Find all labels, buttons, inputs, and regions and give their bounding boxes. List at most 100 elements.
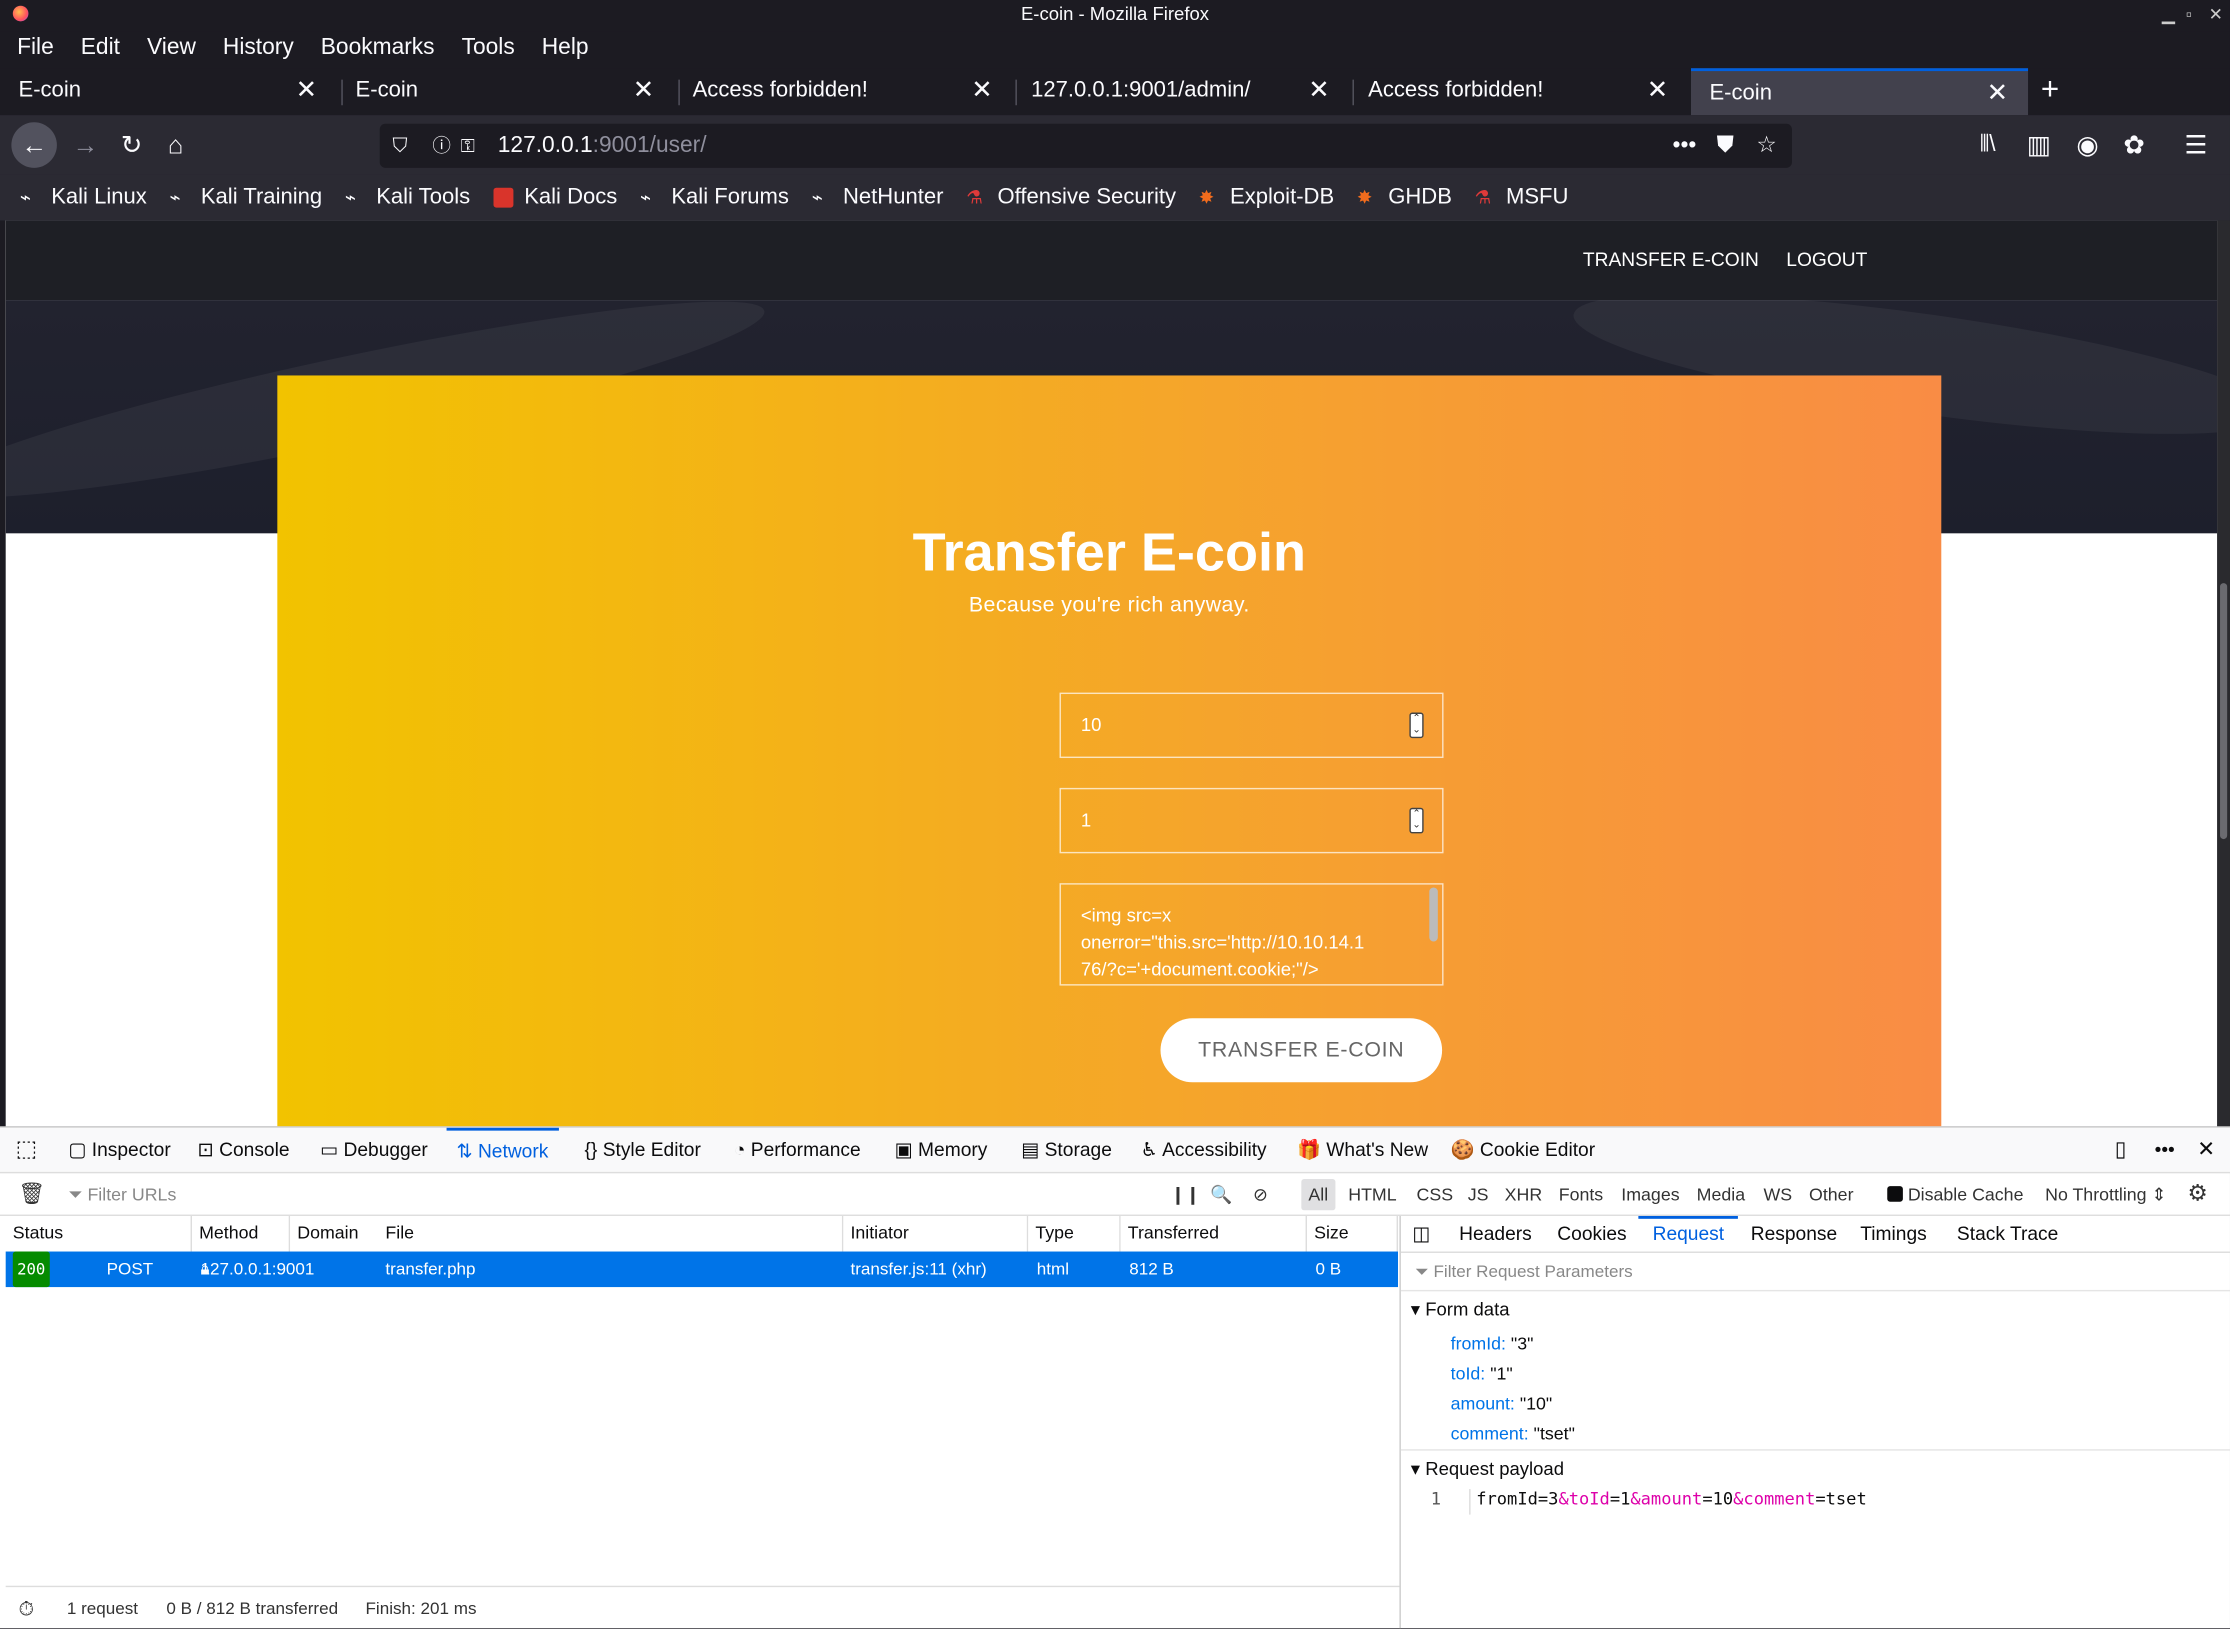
close-tab-icon[interactable]: ✕ xyxy=(1987,71,2008,115)
search-icon[interactable]: 🔍 xyxy=(1210,1173,1232,1216)
tool-cookie-editor[interactable]: 🍪 Cookie Editor xyxy=(1451,1128,1596,1174)
tool-console[interactable]: ⊡ Console xyxy=(198,1128,290,1174)
tool-style-editor[interactable]: {} Style Editor xyxy=(585,1128,701,1174)
filter-ws[interactable]: WS xyxy=(1764,1173,1793,1216)
devtools-menu-icon[interactable]: ••• xyxy=(2155,1128,2175,1174)
library-icon[interactable]: ⫴\ xyxy=(1980,115,1996,175)
filter-xhr[interactable]: XHR xyxy=(1505,1173,1543,1216)
menu-history[interactable]: History xyxy=(223,31,294,68)
menu-file[interactable]: File xyxy=(17,31,54,68)
tool-performance[interactable]: ◔ Performance xyxy=(734,1128,861,1174)
form-data-header[interactable]: ▾ Form data xyxy=(1411,1298,1510,1321)
key-icon[interactable]: ⚿ xyxy=(461,124,475,168)
close-tab-icon[interactable]: ✕ xyxy=(1647,68,1668,112)
forward-icon[interactable]: → xyxy=(73,115,99,175)
clear-trash-icon[interactable]: 🗑 xyxy=(18,1173,45,1216)
reload-icon[interactable]: ↻ xyxy=(121,115,142,175)
toggle-sidebar-icon[interactable]: ◫ xyxy=(1412,1216,1430,1252)
tool-whats-new[interactable]: 🎁 What's New xyxy=(1297,1128,1428,1174)
pause-icon[interactable]: ❙❙ xyxy=(1170,1173,1200,1216)
tracking-shield-icon[interactable]: ⛉ xyxy=(393,124,408,168)
tab-ecoin-1[interactable]: E-coin ✕ xyxy=(0,68,337,115)
transfer-button[interactable]: TRANSFER E-COIN xyxy=(1160,1018,1443,1083)
col-transferred[interactable]: Transferred xyxy=(1120,1215,1307,1252)
filter-all[interactable]: All xyxy=(1301,1178,1336,1211)
number-spinner-icon[interactable]: ⌃ ⌄ xyxy=(1409,712,1424,739)
tool-inspector[interactable]: ▢ Inspector xyxy=(68,1128,170,1174)
filter-html[interactable]: HTML xyxy=(1348,1173,1396,1216)
block-icon[interactable]: ⊘ xyxy=(1253,1173,1268,1216)
responsive-design-icon[interactable]: ▯ xyxy=(2115,1128,2127,1174)
col-size[interactable]: Size xyxy=(1306,1215,1399,1252)
close-tab-icon[interactable]: ✕ xyxy=(1308,68,1329,112)
tab-access-forbidden-1[interactable]: Access forbidden! ✕ xyxy=(674,68,1012,115)
throttling-select[interactable]: No Throttling ⇕ xyxy=(2045,1173,2166,1216)
filter-fonts[interactable]: Fonts xyxy=(1559,1173,1603,1216)
filter-images[interactable]: Images xyxy=(1621,1173,1679,1216)
disable-cache-checkbox[interactable]: Disable Cache xyxy=(1887,1173,2023,1216)
nav-logout-link[interactable]: LOGOUT xyxy=(1786,249,1867,270)
close-tab-icon[interactable]: ✕ xyxy=(296,68,317,112)
to-id-input[interactable]: 1 ⌃ ⌄ xyxy=(1059,787,1444,854)
site-info-icon[interactable]: ⓘ xyxy=(432,124,451,168)
request-payload-header[interactable]: ▾ Request payload xyxy=(1411,1458,1564,1481)
network-settings-gear-icon[interactable]: ⚙ xyxy=(2187,1173,2207,1216)
bookmark-kali-linux[interactable]: ⌁ Kali Linux xyxy=(20,175,147,221)
col-file[interactable]: File xyxy=(378,1215,844,1252)
new-tab-icon[interactable]: + xyxy=(2041,68,2059,111)
tool-memory[interactable]: ▣ Memory xyxy=(895,1128,988,1174)
bookmark-kali-forums[interactable]: ⌁ Kali Forums xyxy=(640,175,789,221)
nav-transfer-link[interactable]: TRANSFER E-COIN xyxy=(1583,249,1759,270)
account-icon[interactable]: ◉ xyxy=(2076,115,2098,175)
scroll-thumb[interactable] xyxy=(2220,583,2228,840)
textarea-scrollbar[interactable] xyxy=(1429,887,1438,942)
tab-ecoin-active[interactable]: E-coin ✕ xyxy=(1690,68,2029,116)
bookmark-kali-tools[interactable]: ⌁ Kali Tools xyxy=(345,175,470,221)
tool-accessibility[interactable]: ♿ Accessibility xyxy=(1141,1128,1267,1174)
extension-icon[interactable]: ✿ xyxy=(2123,115,2144,175)
close-window-icon[interactable]: ✕ xyxy=(2209,0,2223,28)
tab-ecoin-2[interactable]: E-coin ✕ xyxy=(337,68,674,115)
tool-storage[interactable]: ▤ Storage xyxy=(1021,1128,1112,1174)
filter-js[interactable]: JS xyxy=(1468,1173,1489,1216)
tool-network[interactable]: ⇅ Network xyxy=(446,1127,559,1174)
sidebar-icon[interactable]: ▥ xyxy=(2027,115,2051,175)
tab-response[interactable]: Response xyxy=(1751,1216,1837,1252)
tool-debugger[interactable]: ▭ Debugger xyxy=(320,1128,428,1174)
home-icon[interactable]: ⌂ xyxy=(168,115,183,175)
back-icon[interactable]: ← xyxy=(11,122,57,168)
tab-admin[interactable]: 127.0.0.1:9001/admin/ ✕ xyxy=(1013,68,1350,115)
tab-cookies[interactable]: Cookies xyxy=(1557,1216,1626,1252)
close-tab-icon[interactable]: ✕ xyxy=(633,68,654,112)
col-status[interactable]: Status xyxy=(5,1215,192,1252)
menu-help[interactable]: Help xyxy=(542,31,589,68)
menu-edit[interactable]: Edit xyxy=(81,31,120,68)
tab-stack-trace[interactable]: Stack Trace xyxy=(1957,1216,2058,1252)
bookmark-exploit-db[interactable]: ✸ Exploit-DB xyxy=(1199,175,1334,221)
col-method[interactable]: Method xyxy=(191,1215,291,1252)
bookmark-msfu[interactable]: ⚗ MSFU xyxy=(1475,175,1569,221)
tab-headers[interactable]: Headers xyxy=(1459,1216,1532,1252)
hamburger-menu-icon[interactable]: ☰ xyxy=(2184,115,2207,175)
col-type[interactable]: Type xyxy=(1028,1215,1121,1252)
close-devtools-icon[interactable]: ✕ xyxy=(2197,1128,2215,1174)
tab-access-forbidden-2[interactable]: Access forbidden! ✕ xyxy=(1350,68,1688,115)
table-row[interactable]: 200 POST 🔒︎ 127.0.0.1:9001 transfer.php t… xyxy=(5,1251,1399,1288)
menu-tools[interactable]: Tools xyxy=(462,31,515,68)
filter-other[interactable]: Other xyxy=(1809,1173,1853,1216)
close-tab-icon[interactable]: ✕ xyxy=(971,68,992,112)
bookmark-nethunter[interactable]: ⌁ NetHunter xyxy=(812,175,944,221)
filter-urls-input[interactable]: ⏷ Filter URLs xyxy=(68,1173,176,1216)
amount-input[interactable]: 10 ⌃ ⌄ xyxy=(1059,692,1444,759)
comment-textarea[interactable]: <img src=x onerror="this.src='http://10.… xyxy=(1059,883,1444,986)
bookmark-ghdb[interactable]: ✸ GHDB xyxy=(1357,175,1452,221)
col-initiator[interactable]: Initiator xyxy=(843,1215,1029,1252)
filter-css[interactable]: CSS xyxy=(1417,1173,1454,1216)
number-spinner-icon[interactable]: ⌃ ⌄ xyxy=(1409,807,1424,834)
tab-request[interactable]: Request xyxy=(1638,1215,1739,1250)
page-actions-icon[interactable]: ••• xyxy=(1672,124,1696,168)
filter-media[interactable]: Media xyxy=(1697,1173,1745,1216)
bookmark-kali-docs[interactable]: Kali Docs xyxy=(492,175,617,221)
filter-params-input[interactable]: ⏷ Filter Request Parameters xyxy=(1415,1261,1633,1282)
page-scrollbar[interactable] xyxy=(2217,220,2230,1127)
